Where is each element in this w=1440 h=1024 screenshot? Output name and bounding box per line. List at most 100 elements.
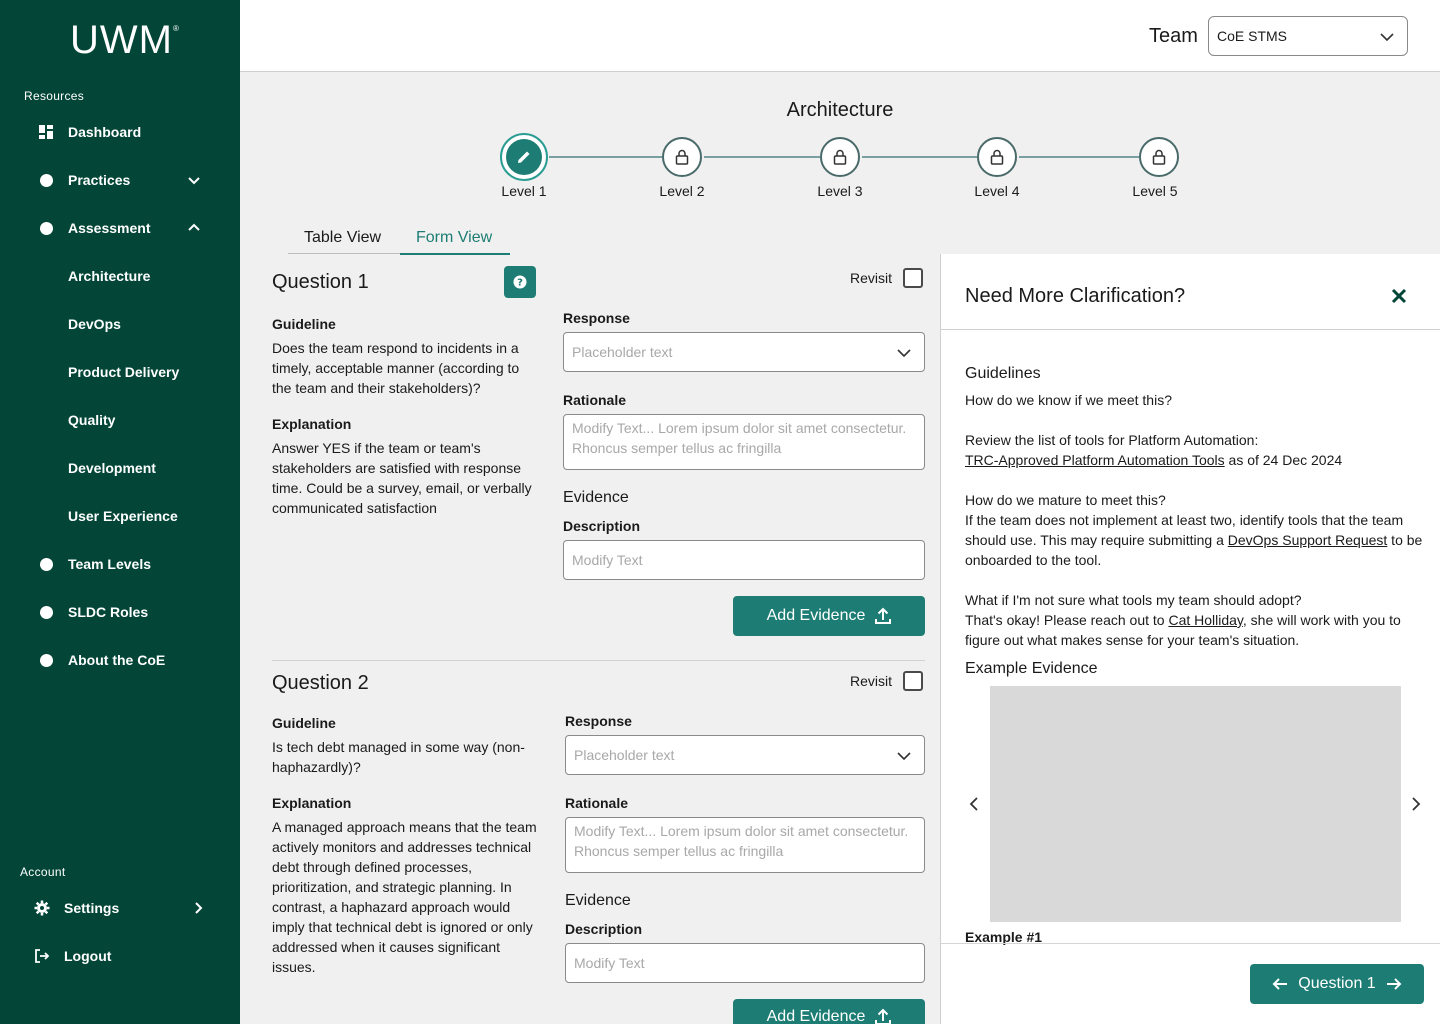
revisit-label: Revisit <box>850 270 893 286</box>
question-divider <box>272 660 925 661</box>
question-mark-icon: ? <box>513 275 527 289</box>
guidelines-heading: Guidelines <box>965 365 1041 382</box>
explanation-text: Answer YES if the team or team's stakeho… <box>272 440 532 516</box>
how-mature-question: How do we mature to meet this? <box>965 492 1166 508</box>
chevron-left-icon[interactable] <box>967 796 983 812</box>
review-text: Review the list of tools for Platform Au… <box>965 430 1435 470</box>
sidebar-item-sldc-roles[interactable]: SLDC Roles <box>0 592 240 632</box>
evidence-title: Evidence <box>563 489 629 506</box>
sidebar-item-settings[interactable]: Settings <box>0 888 240 928</box>
sidebar-item-team-levels[interactable]: Team Levels <box>0 544 240 584</box>
level-1-label: Level 1 <box>501 183 547 199</box>
dot-icon <box>38 556 54 572</box>
gear-icon <box>34 900 50 916</box>
sidebar-item-practices[interactable]: Practices <box>0 160 240 200</box>
step-connector <box>704 156 820 158</box>
sidebar-item-label: Product Delivery <box>68 364 180 380</box>
account-section-label: Account <box>20 865 66 879</box>
guideline-text: Is tech debt managed in some way (non-ha… <box>272 739 525 775</box>
question-nav-label: Question 1 <box>1298 975 1376 992</box>
rationale-textarea[interactable]: Modify Text... Lorem ipsum dolor sit ame… <box>565 817 925 873</box>
devops-support-link[interactable]: DevOps Support Request <box>1228 532 1388 548</box>
sidebar-subitem-user-experience[interactable]: User Experience <box>0 496 240 536</box>
sidebar-subitem-development[interactable]: Development <box>0 448 240 488</box>
level-2-label: Level 2 <box>659 183 705 199</box>
add-evidence-label: Add Evidence <box>766 607 866 624</box>
help-button[interactable]: ? <box>504 266 536 298</box>
step-connector <box>862 156 977 158</box>
arrow-right-icon <box>1386 978 1402 990</box>
level-5-step[interactable] <box>1139 137 1179 177</box>
team-select-value: CoE STMS <box>1217 28 1288 44</box>
unsure-question: What if I'm not sure what tools my team … <box>965 592 1302 608</box>
lock-icon <box>1152 149 1166 165</box>
sidebar-subitem-devops[interactable]: DevOps <box>0 304 240 344</box>
response-placeholder: Placeholder text <box>572 344 673 360</box>
guideline-label: Guideline <box>272 316 336 332</box>
sidebar-item-logout[interactable]: Logout <box>0 936 240 976</box>
question-nav-button[interactable]: Question 1 <box>1250 964 1424 1004</box>
response-select[interactable]: Placeholder text <box>565 735 925 775</box>
chevron-down-icon <box>897 349 911 358</box>
add-evidence-button[interactable]: Add Evidence <box>733 999 925 1024</box>
trc-tools-link[interactable]: TRC-Approved Platform Automation Tools <box>965 452 1225 468</box>
add-evidence-button[interactable]: Add Evidence <box>733 596 925 636</box>
response-label: Response <box>563 310 630 326</box>
sidebar-item-assessment[interactable]: Assessment <box>0 208 240 248</box>
chevron-up-icon[interactable] <box>186 220 202 236</box>
panel-divider <box>941 329 1440 330</box>
chevron-down-icon <box>897 752 911 761</box>
sidebar-item-label: Team Levels <box>68 556 152 572</box>
logout-icon <box>34 948 50 964</box>
rationale-textarea[interactable]: Modify Text... Lorem ipsum dolor sit ame… <box>563 414 925 470</box>
mature-text: If the team does not implement at least … <box>965 510 1435 570</box>
upload-icon <box>875 607 892 624</box>
sidebar-item-about-coe[interactable]: About the CoE <box>0 640 240 680</box>
level-4-step[interactable] <box>977 137 1017 177</box>
response-select[interactable]: Placeholder text <box>563 332 925 372</box>
description-input[interactable]: Modify Text <box>565 943 925 983</box>
description-label: Description <box>565 921 643 937</box>
dot-icon <box>38 172 54 188</box>
tab-underline <box>288 253 400 254</box>
sidebar-subitem-architecture[interactable]: Architecture <box>0 256 240 296</box>
chevron-down-icon[interactable] <box>186 172 202 188</box>
lock-icon <box>675 149 689 165</box>
chevron-right-icon[interactable] <box>1407 796 1423 812</box>
level-1-step[interactable] <box>500 133 548 181</box>
dot-icon <box>38 604 54 620</box>
lock-icon <box>990 149 1004 165</box>
question-title: Question 2 <box>272 672 369 694</box>
sidebar-item-label: User Experience <box>68 508 178 524</box>
sidebar-item-dashboard[interactable]: Dashboard <box>0 112 240 152</box>
sidebar-item-label: Dashboard <box>68 124 142 140</box>
revisit-label: Revisit <box>850 673 893 689</box>
revisit-checkbox[interactable] <box>903 671 923 691</box>
level-2-step[interactable] <box>662 137 702 177</box>
sidebar-subitem-quality[interactable]: Quality <box>0 400 240 440</box>
tab-active-underline <box>400 253 510 255</box>
team-select[interactable]: CoE STMS <box>1208 16 1408 56</box>
sidebar-item-label: About the CoE <box>68 652 166 668</box>
review-text-body: Review the list of tools for Platform Au… <box>965 432 1259 448</box>
description-input[interactable]: Modify Text <box>563 540 925 580</box>
page-title: Architecture <box>786 99 894 121</box>
panel-title: Need More Clarification? <box>965 285 1186 307</box>
level-3-step[interactable] <box>820 137 860 177</box>
rationale-label: Rationale <box>563 392 627 408</box>
tab-table-view[interactable]: Table View <box>288 222 397 254</box>
sidebar-item-label: SLDC Roles <box>68 604 149 620</box>
uwm-logo[interactable]: UWM® <box>70 18 180 63</box>
arrow-left-icon <box>1272 978 1288 990</box>
close-icon[interactable] <box>1389 286 1409 306</box>
sidebar-item-label: Settings <box>64 900 120 916</box>
explanation-text: A managed approach means that the team a… <box>272 819 537 975</box>
level-3-label: Level 3 <box>817 183 863 199</box>
sidebar-subitem-product-delivery[interactable]: Product Delivery <box>0 352 240 392</box>
panel-footer-divider <box>941 943 1440 944</box>
cat-holliday-link[interactable]: Cat Holliday <box>1168 612 1242 628</box>
revisit-checkbox[interactable] <box>903 268 923 288</box>
tab-form-view[interactable]: Form View <box>400 222 508 254</box>
guideline-label: Guideline <box>272 715 336 731</box>
sidebar-item-label: Assessment <box>68 220 151 236</box>
